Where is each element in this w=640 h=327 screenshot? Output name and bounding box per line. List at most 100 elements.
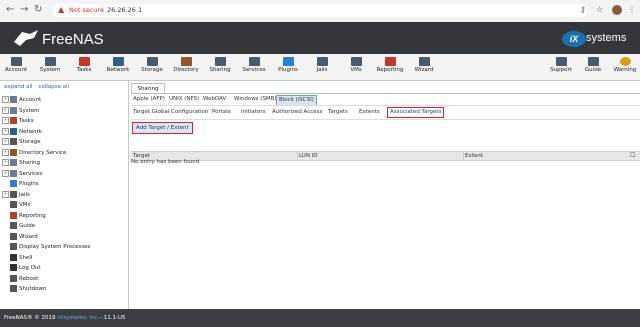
sidebar-item[interactable]: Guide <box>2 221 35 231</box>
warning-icon <box>619 57 631 66</box>
logo-text: FreeNAS <box>42 31 104 48</box>
sidebar-item-icon <box>10 232 17 240</box>
tab-initiators[interactable]: Initiators <box>241 108 265 117</box>
back-icon[interactable]: ← <box>6 4 14 16</box>
sidebar-item-label: Reboot <box>19 275 39 282</box>
url-text[interactable]: 26.26.26.1 <box>107 6 142 14</box>
expand-icon[interactable]: + <box>2 117 9 124</box>
menu-icon[interactable]: ⋮ <box>628 5 636 14</box>
tasks-icon <box>78 57 90 66</box>
tab-targets[interactable]: Targets <box>328 108 348 117</box>
toolbar-storage[interactable]: Storage <box>137 54 167 80</box>
toolbar-directory[interactable]: Directory <box>171 54 201 80</box>
sidebar-item[interactable]: + Storage <box>2 137 41 147</box>
sidebar-item[interactable]: + Account <box>2 95 41 105</box>
sidebar-item-label: Storage <box>19 139 41 145</box>
sharing-icon <box>214 57 226 66</box>
sidebar-item-icon <box>10 201 17 208</box>
forward-icon[interactable]: → <box>20 4 28 16</box>
expand-icon[interactable]: + <box>2 190 9 198</box>
reload-icon[interactable]: ↻ <box>34 4 42 16</box>
tab-webdav[interactable]: WebDAV <box>203 95 226 104</box>
reporting-icon <box>384 57 396 66</box>
expand-icon[interactable]: + <box>2 159 9 166</box>
star-icon[interactable]: ☆ <box>596 5 603 14</box>
toolbar-tasks[interactable]: Tasks <box>69 54 99 80</box>
tab-portals[interactable]: Portals <box>212 108 231 117</box>
avatar[interactable] <box>612 5 622 15</box>
expand-icon[interactable]: + <box>2 127 9 135</box>
sidebar-item[interactable]: VMs <box>2 200 30 210</box>
expand-icon[interactable]: + <box>2 96 9 103</box>
toolbar-system[interactable]: System <box>35 54 65 80</box>
sidebar-item-label: Tasks <box>19 118 34 124</box>
sidebar-item[interactable]: Display System Processes <box>2 242 90 252</box>
expand-icon[interactable]: + <box>2 138 9 145</box>
security-label[interactable]: Not secure <box>69 6 104 14</box>
expand-icon[interactable]: + <box>2 169 9 177</box>
column-lun-id[interactable]: LUN ID <box>299 152 318 160</box>
sidebar-item-label: Guide <box>19 223 36 229</box>
tab-authorized-access[interactable]: Authorized Access <box>272 108 322 117</box>
sidebar-item-icon <box>10 159 17 166</box>
sidebar-item[interactable]: Shell <box>2 253 32 263</box>
column-extent[interactable]: Extent <box>465 152 483 160</box>
tab-target-global-config[interactable]: Target Global Configuration <box>133 108 208 117</box>
sidebar-item[interactable]: + Tasks <box>2 116 34 126</box>
expand-icon[interactable]: + <box>2 106 9 114</box>
toolbar-warning[interactable]: Warning <box>610 54 640 80</box>
sidebar-item[interactable]: + System <box>2 106 40 116</box>
warning-icon: ▲ <box>58 5 65 14</box>
sidebar-item[interactable]: + Services <box>2 169 42 179</box>
sidebar-item-icon <box>10 264 17 271</box>
toolbar-support[interactable]: Support <box>546 54 576 80</box>
ix-systems-text: systems <box>586 32 627 44</box>
sidebar-item[interactable]: Reporting <box>2 211 46 221</box>
sidebar-item-label: Services <box>19 170 43 177</box>
sidebar-item[interactable]: Reboot <box>2 274 38 284</box>
column-menu-icon[interactable]: ☐ <box>630 152 635 160</box>
sidebar-item[interactable]: Shutdown <box>2 284 46 294</box>
sidebar-item[interactable]: + Jails <box>2 190 30 200</box>
expand-icon[interactable]: + <box>2 148 9 156</box>
collapse-all-link[interactable]: collapse all <box>38 84 69 90</box>
sidebar-item-icon <box>10 138 17 145</box>
tab-nfs[interactable]: UNIX (NFS) <box>169 95 199 104</box>
toolbar-guide[interactable]: Guide <box>578 54 608 80</box>
toolbar-network[interactable]: Network <box>103 54 133 80</box>
sidebar-item[interactable]: + Directory Service <box>2 148 66 158</box>
sidebar-item-icon <box>10 211 17 219</box>
tab-extents[interactable]: Extents <box>359 108 380 117</box>
toolbar-plugins[interactable]: Plugins <box>273 54 303 80</box>
footer-company-link[interactable]: iXsystems, Inc. <box>58 315 99 321</box>
directory-icon <box>180 57 192 66</box>
tab-afp[interactable]: Apple (AFP) <box>133 95 165 104</box>
sidebar-item[interactable]: Wizard <box>2 232 38 242</box>
sidebar-item[interactable]: Log Out <box>2 263 41 273</box>
tab-associated-targets[interactable]: Associated Targets <box>387 107 445 118</box>
system-icon <box>44 57 56 66</box>
sidebar-item[interactable]: Plugins <box>2 179 39 189</box>
network-icon <box>112 57 124 66</box>
toolbar-jails[interactable]: Jails <box>307 54 337 80</box>
divider: | <box>101 6 104 14</box>
sidebar-item-label: Shell <box>19 254 33 261</box>
toolbar-vms[interactable]: VMs <box>341 54 371 80</box>
toolbar-wizard[interactable]: Wizard <box>409 54 439 80</box>
tab-smb[interactable]: Windows (SMB) <box>234 95 277 104</box>
sidebar-item-label: Plugins <box>19 181 39 187</box>
add-target-extent-button[interactable]: Add Target / Extent <box>132 122 193 134</box>
sidebar-item-label: Account <box>19 97 42 103</box>
expand-all-link[interactable]: expand all <box>4 84 33 90</box>
divider <box>131 105 640 106</box>
sidebar-item-label: VMs <box>19 202 31 208</box>
toolbar-services[interactable]: Services <box>239 54 269 80</box>
guide-icon <box>587 57 599 66</box>
ix-badge: iX <box>562 31 586 47</box>
key-icon[interactable]: ⚷ <box>580 5 586 14</box>
sidebar-item[interactable]: + Sharing <box>2 158 40 168</box>
toolbar-sharing[interactable]: Sharing <box>205 54 235 80</box>
toolbar-account[interactable]: Account <box>1 54 31 80</box>
toolbar-reporting[interactable]: Reporting <box>375 54 405 80</box>
sidebar-item[interactable]: + Network <box>2 127 42 137</box>
